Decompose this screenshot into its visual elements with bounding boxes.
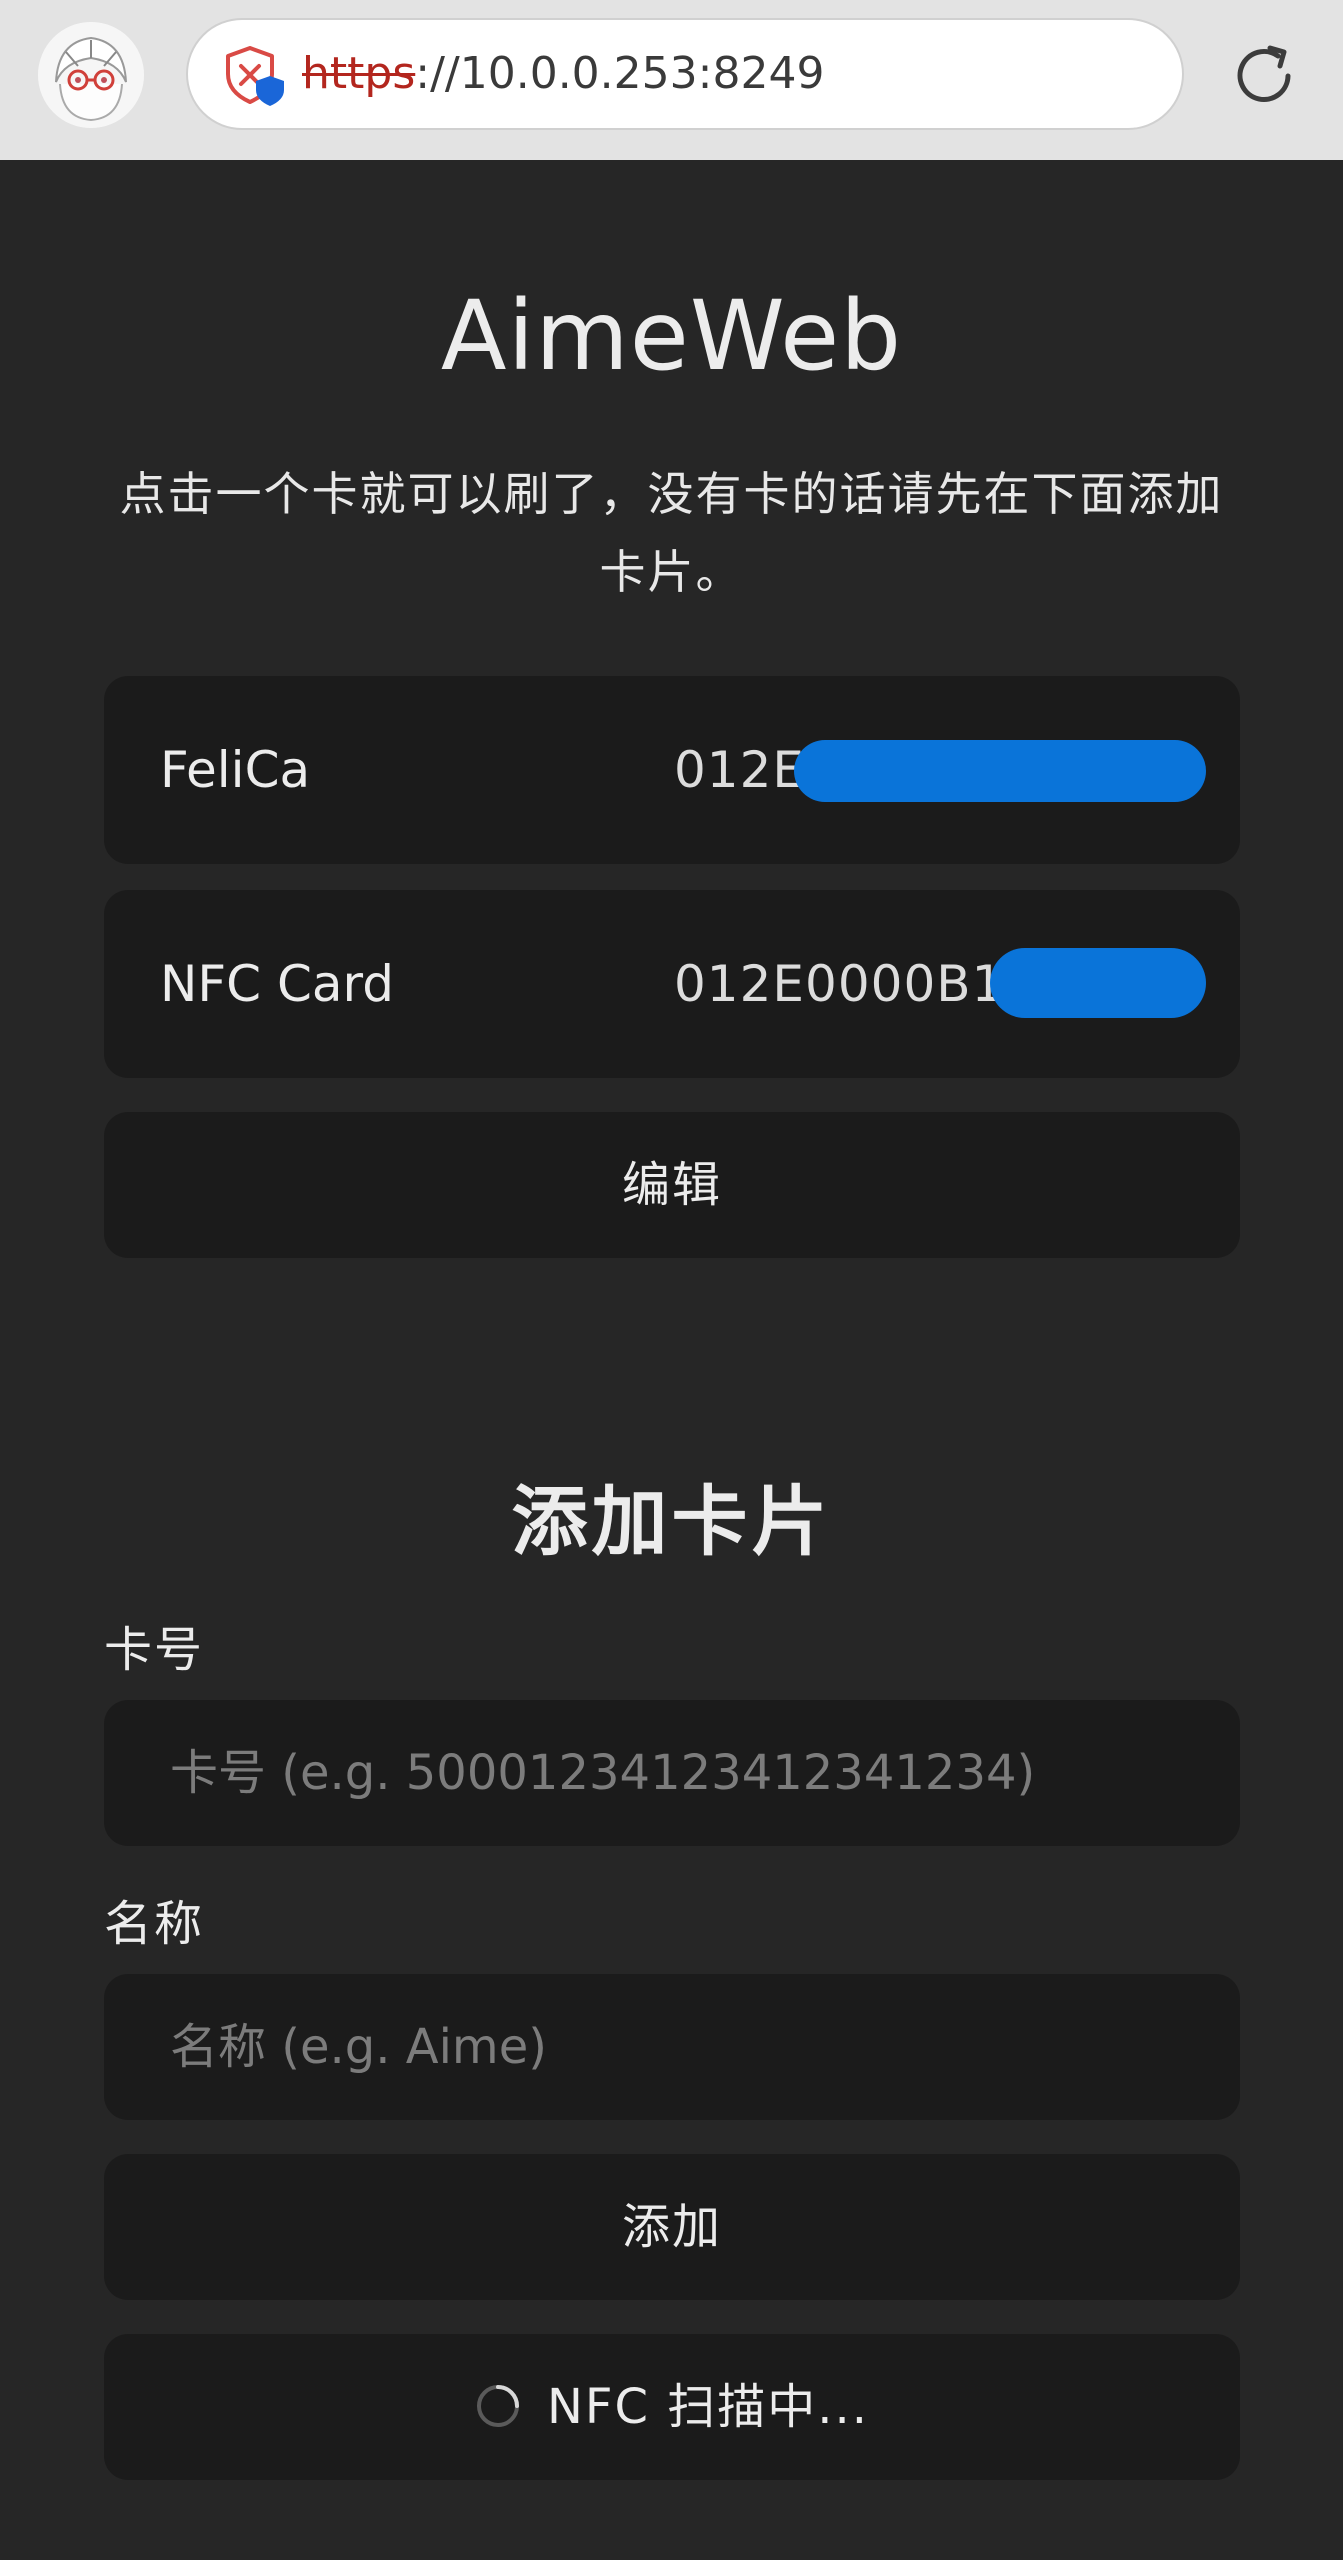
nfc-scan-label: NFC 扫描中... xyxy=(546,2379,870,2435)
profile-avatar[interactable] xyxy=(38,22,144,128)
card-name: FeliCa xyxy=(160,741,311,799)
page-title: AimeWeb xyxy=(440,280,903,392)
edit-button[interactable]: 编辑 xyxy=(104,1112,1240,1258)
redaction-mark xyxy=(990,948,1206,1018)
reload-icon[interactable] xyxy=(1226,38,1302,114)
url-scheme: https xyxy=(302,48,416,99)
card-number-label: 卡号 xyxy=(104,1622,205,1678)
card-name-label: 名称 xyxy=(104,1896,205,1952)
card-number-input[interactable] xyxy=(104,1700,1240,1846)
insecure-shield-icon[interactable] xyxy=(222,42,288,108)
add-card-heading: 添加卡片 xyxy=(511,1477,832,1566)
card-id: 012E0000B1 xyxy=(674,955,1005,1013)
nfc-scan-button[interactable]: NFC 扫描中... xyxy=(104,2334,1240,2480)
page-description: 点击一个卡就可以刷了，没有卡的话请先在下面添加卡片。 xyxy=(119,467,1224,599)
card-id: 012E xyxy=(674,741,806,799)
url-text: https://10.0.0.253:8249 xyxy=(302,20,824,128)
loading-spinner-icon xyxy=(476,2385,519,2427)
card-item-nfc[interactable]: NFC Card 012E0000B1 xyxy=(104,890,1240,1078)
add-button[interactable]: 添加 xyxy=(104,2154,1240,2300)
address-bar[interactable]: https://10.0.0.253:8249 xyxy=(186,18,1184,130)
url-host: ://10.0.0.253:8249 xyxy=(415,48,825,99)
redaction-mark xyxy=(794,740,1206,802)
avatar-image xyxy=(38,22,144,128)
card-name-input[interactable] xyxy=(104,1974,1240,2120)
browser-toolbar: https://10.0.0.253:8249 xyxy=(0,0,1343,160)
card-name: NFC Card xyxy=(160,955,394,1013)
card-item-felica[interactable]: FeliCa 012E xyxy=(104,676,1240,864)
